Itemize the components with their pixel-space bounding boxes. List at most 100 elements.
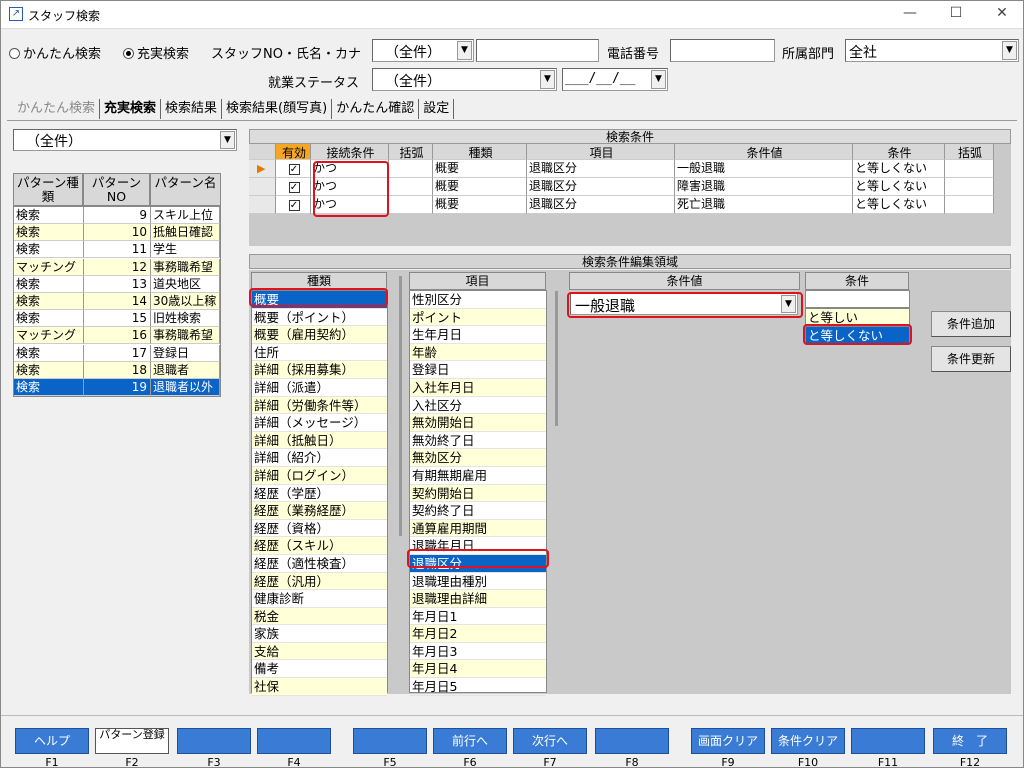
type-list-item[interactable]: 概要（雇用契約）: [252, 326, 387, 344]
mode-full-radio[interactable]: 充実検索: [123, 43, 189, 62]
type-list-item[interactable]: 経歴（スキル）: [252, 537, 387, 555]
add-condition-button[interactable]: 条件追加: [931, 311, 1011, 337]
type-list-item[interactable]: 経歴（学歴）: [252, 485, 387, 503]
checkbox-checked-icon[interactable]: ✓: [288, 164, 300, 175]
item-list-item[interactable]: 性別区分: [410, 291, 546, 309]
type-list-item[interactable]: 備考: [252, 660, 387, 679]
enabled-cell[interactable]: ✓: [276, 160, 311, 178]
fkey-f8-button[interactable]: [595, 728, 669, 754]
phone-input[interactable]: [670, 39, 775, 62]
fkey-f7-button[interactable]: 次行へ: [513, 728, 587, 754]
type-list-item[interactable]: 家族: [252, 625, 387, 643]
minimize-button[interactable]: —: [895, 5, 925, 23]
checkbox-checked-icon[interactable]: ✓: [288, 182, 300, 193]
staff-filter-combo[interactable]: （全件） ▼: [372, 39, 474, 62]
date-picker[interactable]: ___/__/__ ▼: [562, 68, 668, 91]
type-list-item[interactable]: 健康診断: [252, 590, 387, 608]
item-list-item[interactable]: 登録日: [410, 361, 546, 379]
item-list-item[interactable]: 入社区分: [410, 397, 546, 415]
enabled-cell[interactable]: ✓: [276, 178, 311, 196]
type-list-item[interactable]: 経歴（資格）: [252, 520, 387, 538]
maximize-button[interactable]: ☐: [941, 5, 971, 23]
cond-list-header: 条件: [805, 272, 909, 290]
fkey-f12-button[interactable]: 終 了: [933, 728, 1007, 754]
mode-simple-radio[interactable]: かんたん検索: [9, 43, 101, 62]
type-list-item[interactable]: 概要（ポイント）: [252, 309, 387, 327]
type-list-item[interactable]: 詳細（派遣）: [252, 379, 387, 397]
close-button[interactable]: ✕: [987, 5, 1017, 23]
type-list-item[interactable]: 詳細（紹介）: [252, 449, 387, 467]
tab-simple-confirm[interactable]: かんたん確認: [332, 99, 420, 119]
fkey-f9-button[interactable]: 画面クリア: [691, 728, 765, 754]
item-list-item[interactable]: 有期無期雇用: [410, 467, 546, 485]
pattern-row[interactable]: 検索 14 30歳以上稼: [14, 293, 220, 310]
type-list-item[interactable]: 経歴（適性検査）: [252, 555, 387, 573]
item-list-item[interactable]: 退職理由種別: [410, 573, 546, 591]
fkey-f1-button[interactable]: ヘルプ: [15, 728, 89, 754]
item-list-item[interactable]: 入社年月日: [410, 378, 546, 397]
tab-settings[interactable]: 設定: [419, 99, 455, 119]
pattern-type-cell: 検索: [14, 241, 84, 259]
type-header: 種類: [433, 144, 527, 160]
pattern-combo[interactable]: （全件） ▼: [13, 129, 237, 151]
staff-search-input[interactable]: [476, 39, 599, 62]
item-list-item[interactable]: ポイント: [410, 308, 546, 327]
item-list[interactable]: 性別区分 ポイント 生年月日 年齢 登録日 入社年月日 入社区分 無効開始日 無効終了日 無効区分…: [409, 290, 547, 696]
fkey-f3-button[interactable]: [177, 728, 251, 754]
type-list-item[interactable]: 住所: [252, 344, 387, 362]
cond-equal[interactable]: と等しい: [805, 308, 910, 326]
item-scrollbar[interactable]: [555, 291, 558, 426]
tab-simple-search[interactable]: かんたん検索: [13, 99, 101, 119]
fkey-f11-button[interactable]: [851, 728, 925, 754]
fkey-f6-button[interactable]: 前行へ: [433, 728, 507, 754]
item-list-item[interactable]: 年月日4: [410, 660, 546, 679]
pattern-row[interactable]: 検索 9 スキル上位: [14, 207, 220, 224]
type-list-item[interactable]: 経歴（汎用）: [252, 572, 387, 591]
fkey-f5-button[interactable]: [353, 728, 427, 754]
type-list-item[interactable]: 税金: [252, 607, 387, 626]
type-list-item[interactable]: 詳細（ログイン）: [252, 466, 387, 485]
tab-results-photo[interactable]: 検索結果(顔写真): [222, 99, 333, 119]
pattern-row[interactable]: 検索 10 抵触日確認: [14, 224, 220, 242]
item-list-item[interactable]: 年月日5: [410, 678, 546, 696]
type-scrollbar[interactable]: [399, 276, 402, 536]
pattern-row[interactable]: マッチング 12 事務職希望: [14, 258, 220, 276]
item-list-item[interactable]: 年月日2: [410, 625, 546, 643]
type-list-item[interactable]: 支給: [252, 642, 387, 661]
pattern-row[interactable]: 検索 19 退職者以外: [14, 379, 220, 396]
item-list-item[interactable]: 契約開始日: [410, 484, 546, 503]
type-list-item[interactable]: 経歴（業務経歴）: [252, 502, 387, 520]
item-list-item[interactable]: 年月日3: [410, 643, 546, 661]
pattern-row[interactable]: 検索 17 登録日: [14, 344, 220, 362]
item-list-item[interactable]: 年齢: [410, 343, 546, 362]
item-list-item[interactable]: 無効区分: [410, 449, 546, 467]
dept-combo[interactable]: 全社 ▼: [845, 39, 1019, 62]
type-list-item[interactable]: 詳細（メッセージ）: [252, 414, 387, 432]
type-list-item[interactable]: 詳細（抵触日）: [252, 431, 387, 450]
enabled-cell[interactable]: ✓: [276, 196, 311, 214]
item-list-item[interactable]: 年月日1: [410, 608, 546, 626]
fkey-f4-button[interactable]: [257, 728, 331, 754]
fkey-f2-button[interactable]: パターン登録: [95, 728, 169, 754]
status-combo[interactable]: （全件） ▼: [372, 68, 557, 91]
type-list[interactable]: 概要 概要（ポイント） 概要（雇用契約） 住所 詳細（採用募集） 詳細（派遣） 詳細（労働条…: [251, 290, 388, 696]
item-list-item[interactable]: 退職理由詳細: [410, 590, 546, 608]
fkey-f10-button[interactable]: 条件クリア: [771, 728, 845, 754]
item-list-item[interactable]: 無効開始日: [410, 414, 546, 432]
tab-full-search[interactable]: 充実検索: [100, 99, 162, 119]
item-list-item[interactable]: 無効終了日: [410, 432, 546, 450]
item-list-item[interactable]: 生年月日: [410, 326, 546, 344]
item-list-item[interactable]: 通算雇用期間: [410, 519, 546, 538]
type-list-item[interactable]: 詳細（労働条件等）: [252, 396, 387, 415]
pattern-row[interactable]: 検索 13 道央地区: [14, 275, 220, 293]
pattern-row[interactable]: マッチング 16 事務職希望: [14, 327, 220, 345]
type-list-item[interactable]: 社保: [252, 678, 387, 696]
pattern-row[interactable]: 検索 15 旧姓検索: [14, 310, 220, 328]
checkbox-checked-icon[interactable]: ✓: [288, 200, 300, 211]
update-condition-button[interactable]: 条件更新: [931, 346, 1011, 372]
tab-results[interactable]: 検索結果: [161, 99, 223, 119]
type-list-item[interactable]: 詳細（採用募集）: [252, 361, 387, 379]
item-list-item[interactable]: 契約終了日: [410, 502, 546, 520]
pattern-row[interactable]: 検索 11 学生: [14, 241, 220, 259]
pattern-row[interactable]: 検索 18 退職者: [14, 361, 220, 379]
